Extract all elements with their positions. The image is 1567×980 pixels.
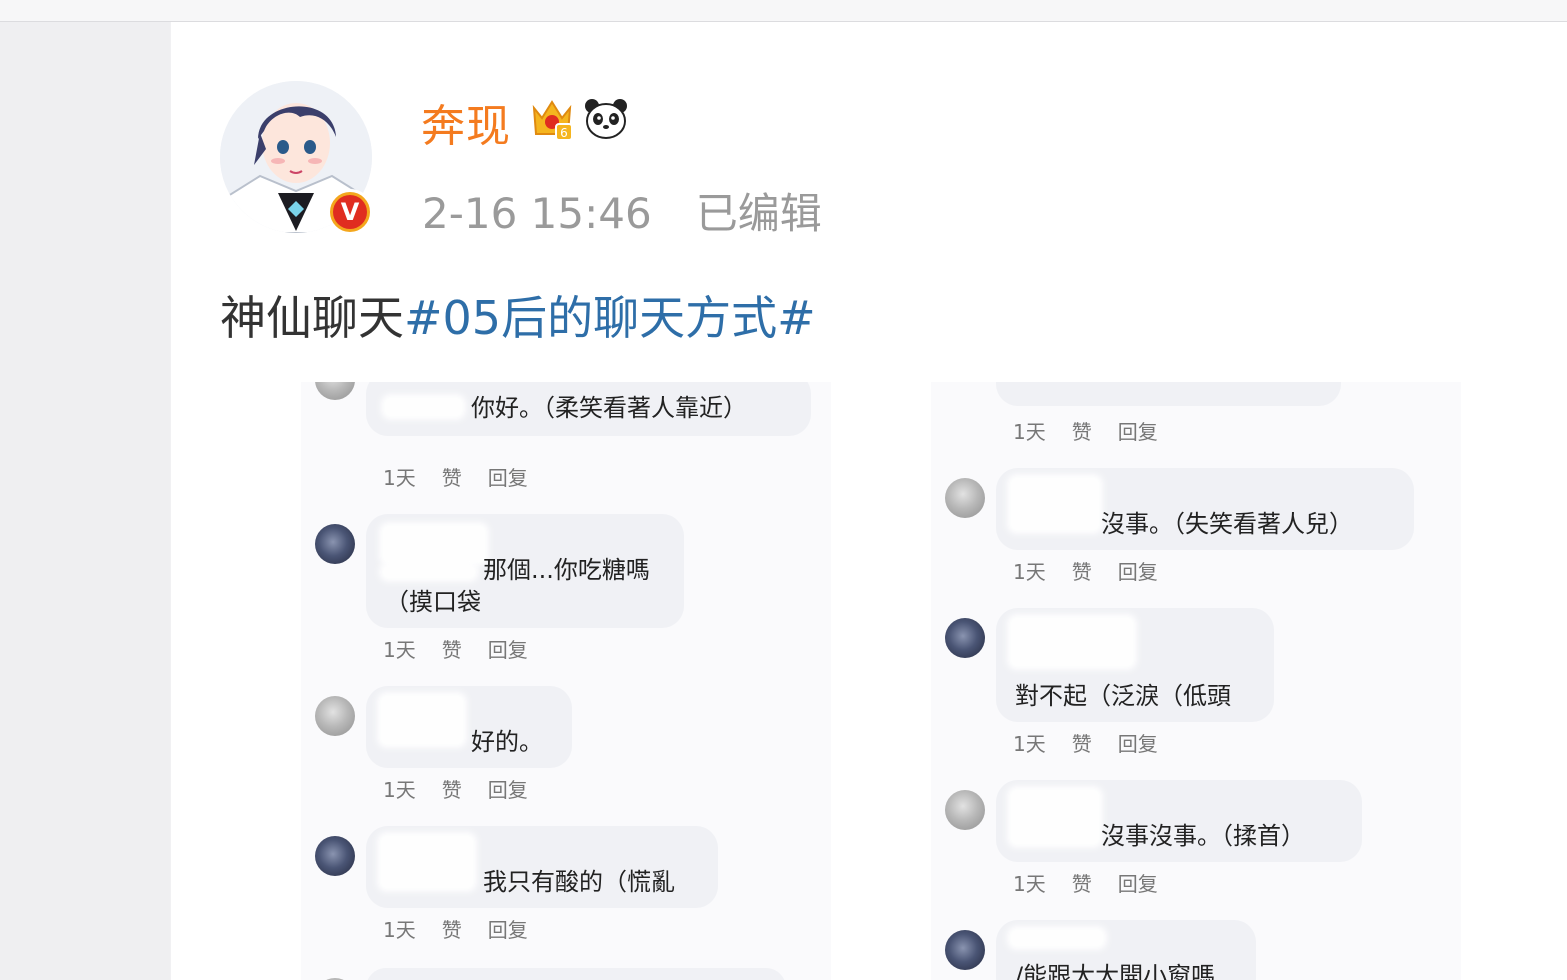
- comment-time: 1天: [1013, 872, 1046, 896]
- comment-text: /能跟大大開小窗嗎: [1015, 962, 1216, 980]
- weibo-post-card: V 奔现 6 2-16 15:46 已编辑 神仙聊天#05后的聊天方式# 你好。（…: [171, 22, 1567, 980]
- post-text: 神仙聊天#05后的聊天方式#: [220, 282, 816, 348]
- comment-bubble: [366, 968, 786, 980]
- like-link[interactable]: 赞: [1072, 556, 1092, 585]
- comment-time: 1天: [1013, 732, 1046, 756]
- redacted-name: [379, 522, 489, 566]
- like-link[interactable]: 赞: [1072, 728, 1092, 757]
- like-link[interactable]: 赞: [442, 462, 462, 491]
- redacted-name: [377, 692, 467, 748]
- redacted-name: [381, 394, 466, 420]
- reply-link[interactable]: 回复: [488, 634, 528, 663]
- browser-top-bar: [0, 0, 1567, 22]
- comment-time: 1天: [383, 638, 416, 662]
- like-link[interactable]: 赞: [1072, 416, 1092, 445]
- comment-avatar: [315, 696, 355, 736]
- comment-text: 沒事。（失笑看著人兒）: [1101, 510, 1353, 538]
- reply-link[interactable]: 回复: [488, 774, 528, 803]
- post-text-prefix: 神仙聊天: [220, 291, 404, 345]
- redacted-name: [1007, 786, 1103, 848]
- comment-actions: 1天 赞回复: [1013, 728, 1184, 757]
- username-link[interactable]: 奔现: [421, 90, 511, 154]
- comment-actions: 1天 赞回复: [1013, 416, 1184, 445]
- comment-avatar: [315, 836, 355, 876]
- comment-text: （摸口袋: [385, 588, 481, 616]
- comment-time: 1天: [383, 918, 416, 942]
- crown-level-6-icon[interactable]: 6: [528, 94, 576, 142]
- edited-label[interactable]: 已编辑: [696, 189, 822, 238]
- redacted-name: [1007, 926, 1107, 950]
- comment-avatar: [945, 790, 985, 830]
- comment-actions: 1天 赞回复: [1013, 868, 1184, 897]
- reply-link[interactable]: 回复: [1118, 728, 1158, 757]
- post-meta: 2-16 15:46 已编辑: [422, 180, 822, 241]
- comment-avatar: [945, 478, 985, 518]
- like-link[interactable]: 赞: [442, 634, 462, 663]
- redacted-name: [1007, 614, 1137, 670]
- embedded-comments-image[interactable]: 你好。（柔笑看著人靠近） 1天赞回复 那個...你吃糖嗎 （摸口袋 1天赞回复 …: [221, 382, 1461, 980]
- comment-text: 沒事沒事。（揉首）: [1101, 822, 1305, 850]
- verified-badge-icon: V: [327, 189, 373, 235]
- comment-text: 對不起（泛淚（低頭: [1015, 682, 1231, 710]
- comment-time: 1天: [383, 778, 416, 802]
- panda-icon[interactable]: [582, 94, 630, 142]
- comment-actions: 1天 赞回复: [383, 462, 554, 491]
- topic-hashtag-link[interactable]: #05后的聊天方式#: [404, 291, 816, 345]
- comment-text: 好的。: [471, 728, 543, 756]
- reply-link[interactable]: 回复: [1118, 868, 1158, 897]
- comment-bubble: [996, 382, 1341, 406]
- comment-text: 你好。（柔笑看著人靠近）: [471, 394, 747, 422]
- redacted-name: [377, 832, 477, 892]
- reply-link[interactable]: 回复: [488, 914, 528, 943]
- comment-actions: 1天 赞回复: [1013, 556, 1184, 585]
- reply-link[interactable]: 回复: [488, 462, 528, 491]
- redacted-name: [379, 562, 479, 582]
- comment-actions: 1天 赞回复: [383, 634, 554, 663]
- comment-time: 1天: [1013, 560, 1046, 584]
- comment-avatar: [945, 618, 985, 658]
- comment-actions: 1天 赞回复: [383, 914, 554, 943]
- comment-text: 那個...你吃糖嗎: [483, 556, 650, 584]
- reply-link[interactable]: 回复: [1118, 556, 1158, 585]
- comment-actions: 1天 赞回复: [383, 774, 554, 803]
- like-link[interactable]: 赞: [1072, 868, 1092, 897]
- reply-link[interactable]: 回复: [1118, 416, 1158, 445]
- comment-time: 1天: [383, 466, 416, 490]
- redacted-name: [1007, 474, 1103, 534]
- like-link[interactable]: 赞: [442, 774, 462, 803]
- left-gutter: [0, 22, 170, 980]
- comment-avatar: [945, 930, 985, 970]
- comment-avatar: [315, 524, 355, 564]
- like-link[interactable]: 赞: [442, 914, 462, 943]
- comment-text: 我只有酸的（慌亂: [483, 868, 675, 896]
- post-timestamp[interactable]: 2-16 15:46: [422, 189, 652, 238]
- svg-text:6: 6: [560, 126, 568, 140]
- comment-time: 1天: [1013, 420, 1046, 444]
